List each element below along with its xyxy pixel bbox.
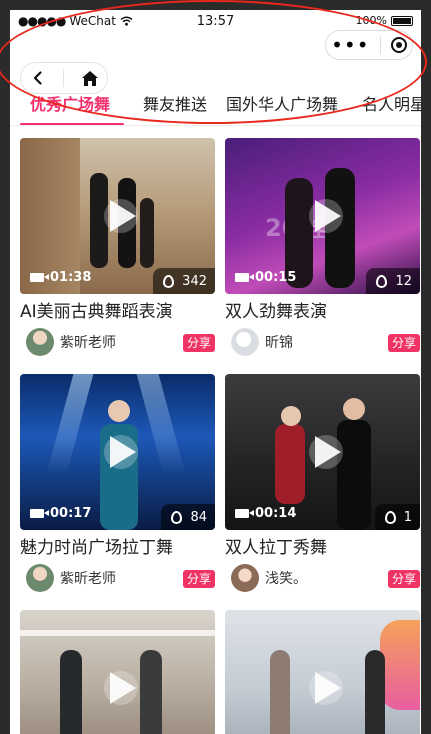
video-card[interactable] [225, 610, 420, 734]
author-name[interactable]: 浅笑。 [265, 568, 307, 588]
share-button[interactable]: 分享 [387, 334, 420, 352]
video-meta: 昕锦 分享 [225, 326, 420, 358]
play-icon[interactable] [109, 672, 136, 704]
capsule-divider [379, 36, 381, 54]
duration-text: 00:15 [255, 269, 297, 285]
video-thumbnail[interactable]: 01:38 342 [20, 138, 215, 294]
tab-celebrities[interactable]: 名人明星 [362, 94, 421, 124]
play-icon[interactable] [314, 436, 341, 468]
video-card[interactable] [20, 610, 215, 734]
video-card[interactable]: 20 全 00:15 12 双人劲舞表演 昕锦 分享 [225, 138, 420, 358]
share-button[interactable]: 分享 [182, 570, 215, 588]
phone-screen: ●●●●● WeChat 13:57 100% ••• 优秀广场舞 舞友推送 国… [10, 10, 421, 734]
author-name[interactable]: 昕锦 [265, 332, 293, 352]
battery-icon [391, 15, 413, 26]
battery-group: 100% [356, 14, 413, 27]
video-thumbnail[interactable] [225, 610, 420, 734]
hot-count: 12 [395, 273, 412, 289]
video-thumbnail[interactable]: 00:17 84 [20, 374, 215, 530]
duration-badge: 00:15 [231, 266, 300, 288]
tab-excellent-square-dance[interactable]: 优秀广场舞 [30, 94, 110, 124]
author-name[interactable]: 紫昕老师 [60, 568, 116, 588]
share-button[interactable]: 分享 [182, 334, 215, 352]
flame-icon [384, 510, 396, 524]
share-button[interactable]: 分享 [387, 570, 420, 588]
mini-program-capsule: ••• [325, 30, 413, 60]
hot-count: 1 [403, 509, 412, 525]
duration-text: 00:14 [255, 505, 297, 521]
video-card[interactable]: 00:14 1 双人拉丁秀舞 浅笑。 分享 [225, 374, 420, 594]
video-thumbnail[interactable]: 00:14 1 [225, 374, 420, 530]
video-card[interactable]: 00:17 84 魅力时尚广场拉丁舞 紫昕老师 分享 [20, 374, 215, 594]
duration-badge: 01:38 [26, 266, 95, 288]
status-bar: ●●●●● WeChat 13:57 100% [10, 10, 421, 32]
play-icon[interactable] [314, 200, 341, 232]
category-tabs: 优秀广场舞 舞友推送 国外华人广场舞 名人明星 [10, 94, 421, 126]
active-tab-indicator [20, 123, 124, 125]
author-avatar[interactable] [26, 564, 54, 592]
video-title[interactable]: AI美丽古典舞蹈表演 [20, 300, 215, 324]
duration-text: 01:38 [50, 269, 92, 285]
video-meta: 紫昕老师 分享 [20, 562, 215, 594]
battery-percent: 100% [355, 14, 387, 27]
flame-icon [171, 510, 183, 524]
author-avatar[interactable] [231, 564, 259, 592]
hot-count-badge: 1 [374, 504, 420, 530]
hot-count-badge: 12 [366, 268, 420, 294]
duration-badge: 00:17 [26, 502, 95, 524]
video-camera-icon [30, 272, 49, 282]
video-title[interactable]: 双人拉丁秀舞 [225, 536, 420, 560]
video-title[interactable]: 双人劲舞表演 [225, 300, 420, 324]
author-avatar[interactable] [26, 328, 54, 356]
nav-pill [20, 62, 108, 94]
flame-icon [163, 274, 175, 288]
hot-count: 342 [182, 273, 207, 289]
tab-overseas-chinese-dance[interactable]: 国外华人广场舞 [226, 94, 338, 124]
duration-text: 00:17 [50, 505, 92, 521]
author-name[interactable]: 紫昕老师 [60, 332, 116, 352]
hot-count: 84 [190, 509, 207, 525]
video-camera-icon [235, 272, 254, 282]
hot-count-badge: 84 [161, 504, 215, 530]
more-dots-icon[interactable]: ••• [331, 35, 369, 55]
play-icon[interactable] [109, 200, 136, 232]
home-icon[interactable] [81, 70, 99, 87]
nav-divider [62, 69, 64, 87]
video-thumbnail[interactable]: 20 全 00:15 12 [225, 138, 420, 294]
play-icon[interactable] [314, 672, 341, 704]
target-icon[interactable] [390, 37, 407, 53]
video-thumbnail[interactable] [20, 610, 215, 734]
video-camera-icon [235, 508, 254, 518]
play-icon[interactable] [109, 436, 136, 468]
video-meta: 浅笑。 分享 [225, 562, 420, 594]
tab-dance-friends-push[interactable]: 舞友推送 [143, 94, 207, 124]
author-avatar[interactable] [231, 328, 259, 356]
video-card[interactable]: 01:38 342 AI美丽古典舞蹈表演 紫昕老师 分享 [20, 138, 215, 358]
flame-icon [376, 274, 388, 288]
hot-count-badge: 342 [153, 268, 215, 294]
video-meta: 紫昕老师 分享 [20, 326, 215, 358]
duration-badge: 00:14 [231, 502, 300, 524]
video-camera-icon [30, 508, 49, 518]
chevron-left-icon[interactable] [30, 70, 46, 86]
video-title[interactable]: 魅力时尚广场拉丁舞 [20, 536, 215, 560]
